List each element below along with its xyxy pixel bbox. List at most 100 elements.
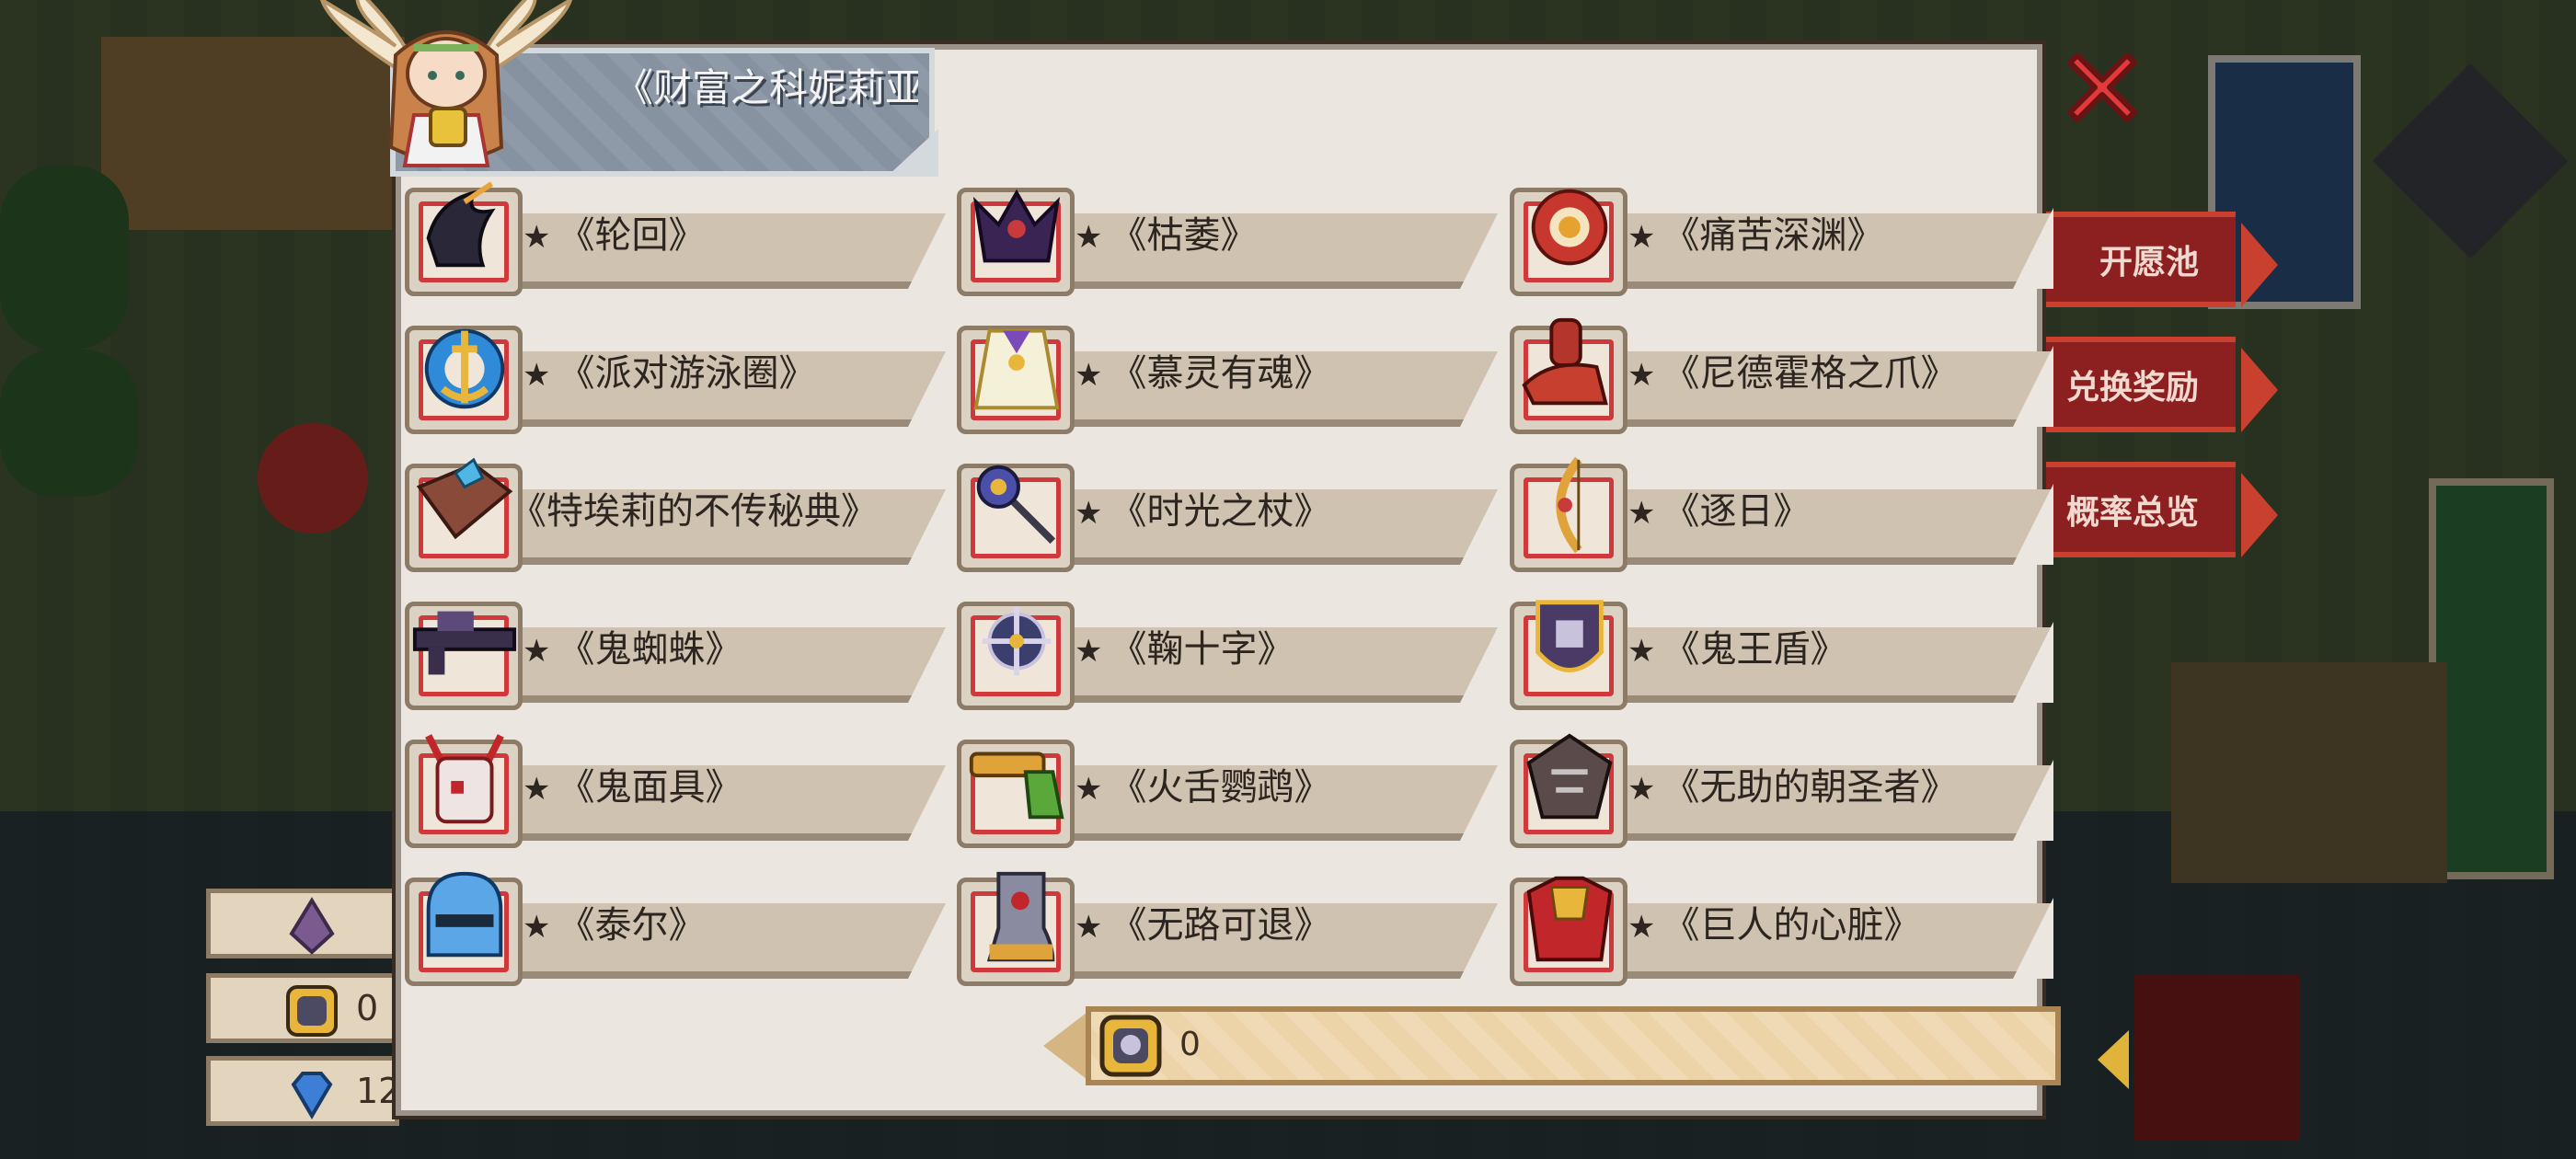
boot-icon bbox=[986, 871, 1055, 962]
header-fold bbox=[887, 129, 938, 177]
left-counter-value: 0 bbox=[356, 988, 379, 1028]
red-claw-icon bbox=[1522, 317, 1608, 406]
item-name: ★ 《轮回》 bbox=[523, 208, 705, 263]
star-icon: ★ bbox=[1075, 357, 1103, 394]
item-entry[interactable]: ★ 《无助的朝圣者》 bbox=[1510, 732, 2056, 848]
left-counter-value: 12 bbox=[356, 1071, 401, 1111]
star-icon: ★ bbox=[1627, 357, 1656, 394]
purple-gem-icon bbox=[289, 897, 335, 955]
side-button-label: 概率总览 bbox=[2065, 494, 2199, 532]
armor-icon bbox=[1526, 876, 1613, 962]
item-entry[interactable]: ★ 《泰尔》 bbox=[405, 870, 951, 986]
item-name-text: 《泰尔》 bbox=[558, 904, 706, 947]
item-entry[interactable]: ★ 《尼德霍格之爪》 bbox=[1510, 317, 2056, 434]
star-icon: ★ bbox=[1075, 495, 1103, 532]
shuriken-icon bbox=[982, 606, 1052, 676]
coin-token-icon bbox=[286, 985, 338, 1037]
star-icon: ★ bbox=[1075, 219, 1103, 256]
robe-icon bbox=[973, 328, 1060, 410]
item-name: ★ 《鞠十字》 bbox=[1075, 622, 1294, 677]
item-name: 《特埃莉的不传秘典》 bbox=[510, 484, 878, 539]
page-arrow-icon[interactable] bbox=[2098, 1030, 2129, 1089]
item-name: ★ 《鬼蜘蛛》 bbox=[523, 622, 742, 677]
item-entry[interactable]: ★ 《鬼王盾》 bbox=[1510, 594, 2056, 710]
star-icon: ★ bbox=[1627, 633, 1656, 670]
left-counter-diamond: 12 bbox=[206, 1056, 401, 1126]
angel-girl-avatar-icon bbox=[319, 0, 573, 167]
star-icon: ★ bbox=[1627, 219, 1656, 256]
item-name: ★ 《鬼面具》 bbox=[523, 760, 742, 815]
item-name: ★ 《泰尔》 bbox=[523, 898, 705, 953]
item-entry[interactable]: ★ 《痛苦深渊》 bbox=[1510, 180, 2056, 296]
item-name: ★ 《尼德霍格之爪》 bbox=[1627, 346, 1957, 401]
item-entry[interactable]: ★ 《无路可退》 bbox=[957, 870, 1503, 986]
item-name-text: 《时光之杖》 bbox=[1110, 490, 1331, 533]
anchor-ring-icon bbox=[424, 328, 505, 409]
item-entry[interactable]: ★ 《枯萎》 bbox=[957, 180, 1503, 296]
item-name-text: 《特埃莉的不传秘典》 bbox=[510, 490, 878, 533]
rifle-icon bbox=[412, 611, 517, 675]
item-name-text: 《逐日》 bbox=[1662, 490, 1811, 533]
star-icon: ★ bbox=[523, 357, 551, 394]
star-icon: ★ bbox=[1075, 633, 1103, 670]
item-name-text: 《无助的朝圣者》 bbox=[1662, 766, 1958, 809]
item-entry[interactable]: ★ 《派对游泳圈》 bbox=[405, 318, 951, 434]
item-name-text: 《枯萎》 bbox=[1110, 214, 1258, 257]
item-entry[interactable]: ★ 《火舌鹦鹉》 bbox=[957, 732, 1503, 848]
item-entry[interactable]: 《特埃莉的不传秘典》 bbox=[405, 456, 951, 572]
item-name-text: 《火舌鹦鹉》 bbox=[1110, 766, 1331, 809]
star-icon: ★ bbox=[1627, 495, 1656, 532]
star-icon: ★ bbox=[523, 909, 551, 946]
item-entry[interactable]: ★ 《巨人的心脏》 bbox=[1510, 870, 2056, 986]
item-name: ★ 《鬼王盾》 bbox=[1627, 622, 1846, 677]
item-name-text: 《鬼王盾》 bbox=[1662, 628, 1847, 671]
side-button-label: 兑换奖励 bbox=[2065, 369, 2199, 407]
item-name: ★ 《无助的朝圣者》 bbox=[1627, 760, 1957, 815]
item-name: ★ 《巨人的心脏》 bbox=[1627, 898, 1920, 953]
item-name: ★ 《枯萎》 bbox=[1075, 208, 1257, 263]
item-name-text: 《痛苦深渊》 bbox=[1662, 214, 1884, 257]
blue-diamond-icon bbox=[291, 1072, 333, 1119]
star-icon: ★ bbox=[523, 219, 551, 256]
currency-value: 0 bbox=[1179, 1026, 1201, 1063]
item-entry[interactable]: ★ 《鞠十字》 bbox=[957, 594, 1503, 710]
item-name: ★ 《派对游泳圈》 bbox=[523, 346, 815, 401]
bow-icon bbox=[1556, 456, 1582, 554]
item-name: ★ 《逐日》 bbox=[1627, 484, 1810, 539]
item-entry[interactable]: ★ 《逐日》 bbox=[1510, 456, 2056, 572]
currency-bar bbox=[1086, 1006, 2061, 1085]
item-name-text: 《慕灵有魂》 bbox=[1110, 352, 1331, 395]
item-entry[interactable]: ★ 《鬼面具》 bbox=[405, 732, 951, 848]
panel-title: 《财富之科妮莉亚》 bbox=[615, 65, 918, 110]
item-name: ★ 《时光之杖》 bbox=[1075, 484, 1330, 539]
item-name: ★ 《无路可退》 bbox=[1075, 898, 1330, 953]
item-name-text: 《鬼面具》 bbox=[558, 766, 742, 809]
item-entry[interactable]: ★ 《慕灵有魂》 bbox=[957, 318, 1503, 434]
staff-icon bbox=[976, 465, 1056, 545]
close-icon[interactable] bbox=[2052, 37, 2153, 138]
star-icon: ★ bbox=[1627, 909, 1656, 946]
pistol-icon bbox=[969, 752, 1064, 820]
item-name-text: 《轮回》 bbox=[558, 214, 706, 257]
demon-mask-icon bbox=[425, 734, 504, 824]
star-icon: ★ bbox=[1075, 771, 1103, 808]
spellbook-icon bbox=[416, 457, 513, 540]
item-name: ★ 《火舌鹦鹉》 bbox=[1075, 760, 1330, 815]
star-icon: ★ bbox=[523, 633, 551, 670]
spiked-helm-icon bbox=[1526, 733, 1613, 820]
left-counter-token: 0 bbox=[206, 973, 399, 1043]
shield-icon bbox=[1535, 600, 1604, 672]
left-counter-crystal bbox=[206, 889, 399, 958]
star-icon: ★ bbox=[523, 771, 551, 808]
eye-orb-icon bbox=[1531, 189, 1608, 266]
item-name: ★ 《痛苦深渊》 bbox=[1627, 208, 1883, 263]
item-name-text: 《鞠十字》 bbox=[1110, 628, 1294, 671]
item-name-text: 《尼德霍格之爪》 bbox=[1662, 352, 1958, 395]
item-entry[interactable]: ★ 《时光之杖》 bbox=[957, 456, 1503, 572]
knight-helm-icon bbox=[426, 871, 503, 958]
dark-claw-icon bbox=[426, 181, 496, 268]
item-name-text: 《鬼蜘蛛》 bbox=[558, 628, 742, 671]
item-entry[interactable]: ★ 《轮回》 bbox=[405, 180, 951, 296]
item-entry[interactable]: ★ 《鬼蜘蛛》 bbox=[405, 594, 951, 710]
item-name-text: 《派对游泳圈》 bbox=[558, 352, 816, 395]
